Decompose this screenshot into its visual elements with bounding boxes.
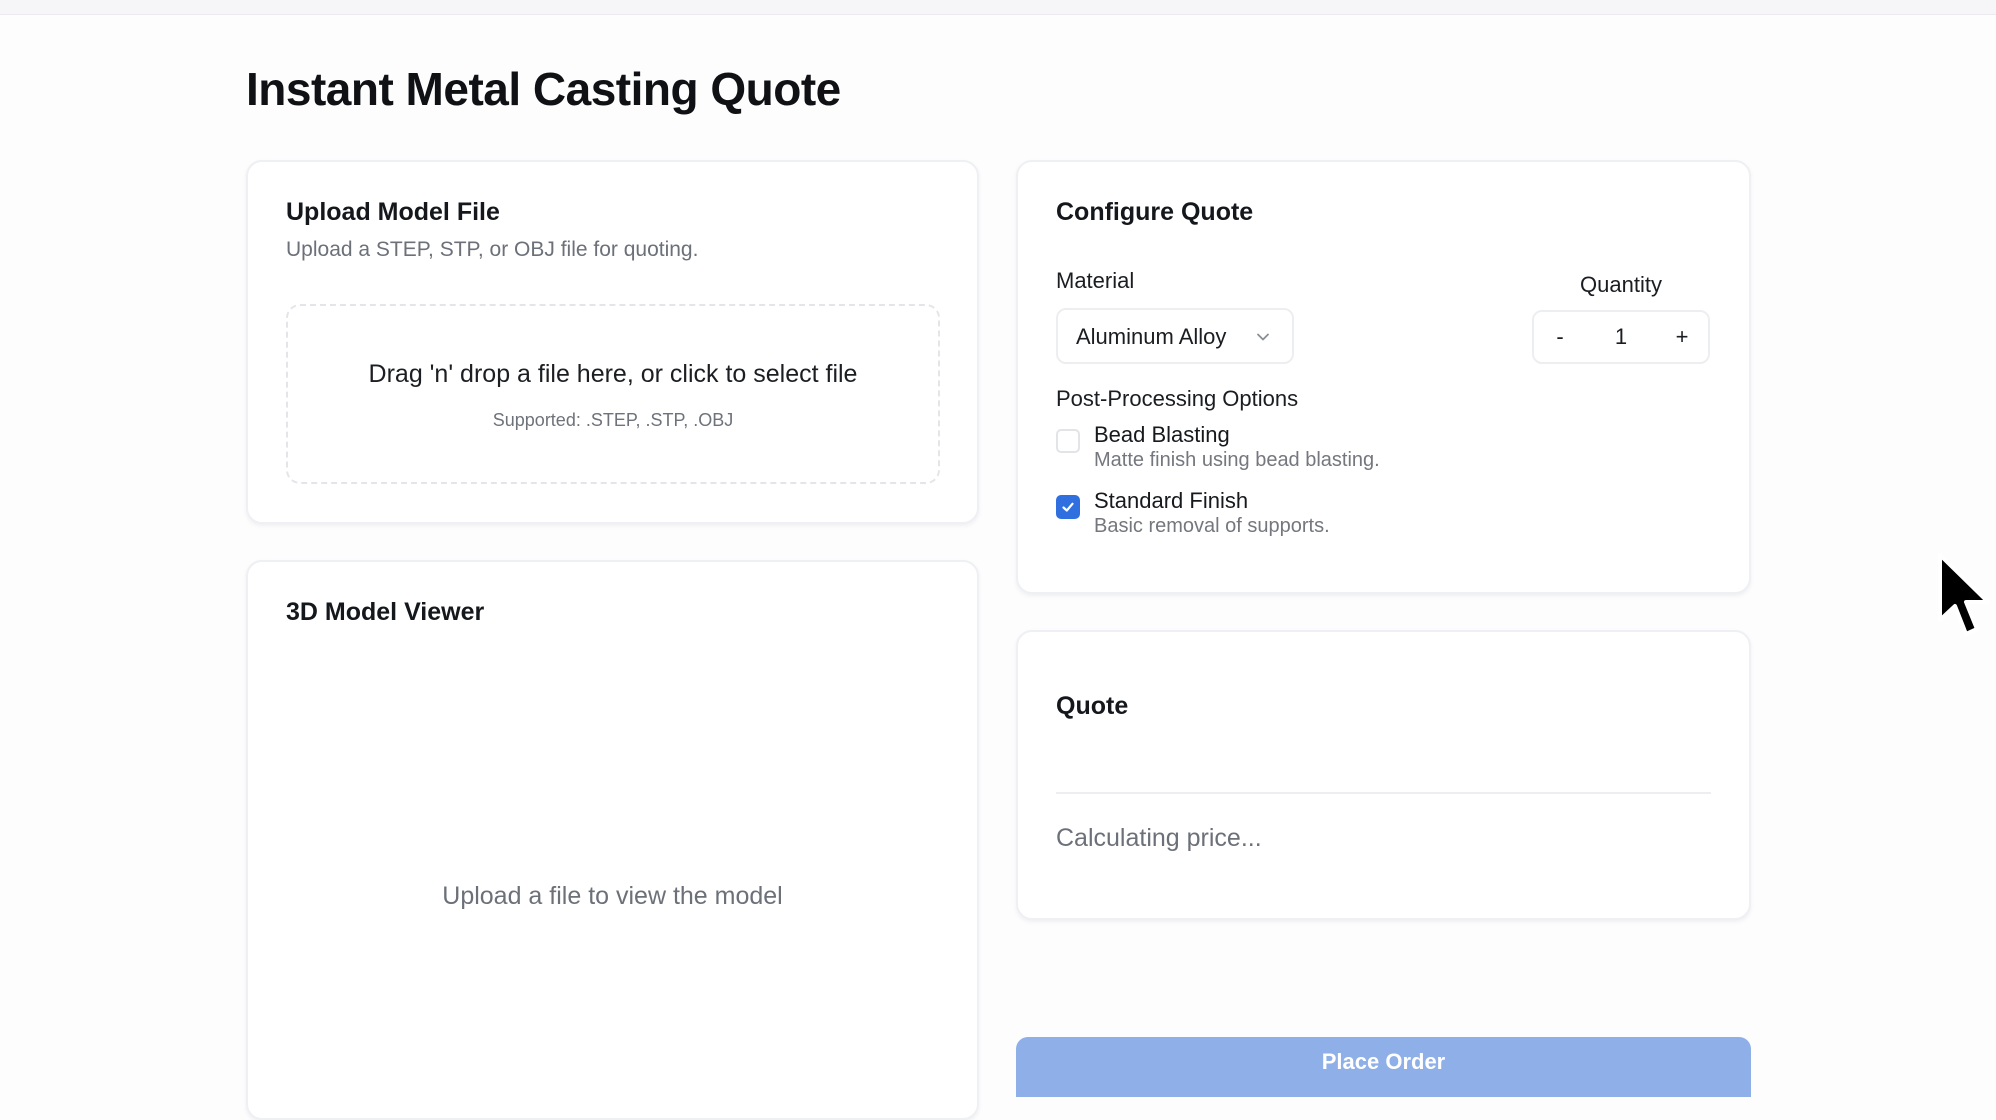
model-viewer-empty-text: Upload a file to view the model <box>442 882 783 910</box>
upload-card-subtitle: Upload a STEP, STP, or OBJ file for quot… <box>286 238 699 261</box>
chevron-down-icon <box>1257 333 1269 341</box>
bead-blasting-title: Bead Blasting <box>1094 422 1230 447</box>
quantity-label: Quantity <box>1580 272 1662 297</box>
quote-title: Quote <box>1056 692 1129 720</box>
bead-blasting-checkbox[interactable] <box>1056 429 1080 453</box>
quantity-value[interactable]: 1 <box>1586 312 1656 362</box>
quote-divider <box>1056 792 1711 794</box>
model-viewer-card: 3D Model Viewer Upload a file to view th… <box>246 560 979 1120</box>
dropzone-text: Drag 'n' drop a file here, or click to s… <box>368 360 858 388</box>
model-viewer-title: 3D Model Viewer <box>286 598 485 626</box>
option-bead-blasting[interactable]: Bead Blasting Matte finish using bead bl… <box>1056 422 1696 478</box>
place-order-button[interactable]: Place Order <box>1016 1037 1751 1097</box>
standard-finish-title: Standard Finish <box>1094 488 1249 513</box>
quote-card: Quote Calculating price... <box>1016 630 1751 920</box>
configure-quote-title: Configure Quote <box>1056 198 1254 226</box>
check-icon <box>1062 502 1074 512</box>
quantity-decrement-button[interactable]: - <box>1534 312 1586 362</box>
material-label: Material <box>1056 268 1135 293</box>
standard-finish-description: Basic removal of supports. <box>1094 515 1330 537</box>
standard-finish-checkbox[interactable] <box>1056 495 1080 519</box>
page-title: Instant Metal Casting Quote <box>246 63 841 115</box>
dropzone-hint: Supported: .STEP, .STP, .OBJ <box>492 410 734 430</box>
material-selected-value: Aluminum Alloy <box>1076 324 1227 349</box>
configure-quote-card: Configure Quote Material Aluminum Alloy … <box>1016 160 1751 594</box>
upload-card: Upload Model File Upload a STEP, STP, or… <box>246 160 979 524</box>
mouse-cursor-icon <box>1938 553 1990 636</box>
quote-status-text: Calculating price... <box>1056 824 1262 852</box>
browser-top-strip <box>0 0 1996 15</box>
material-select[interactable]: Aluminum Alloy <box>1056 308 1294 364</box>
file-dropzone[interactable]: Drag 'n' drop a file here, or click to s… <box>286 304 940 484</box>
upload-card-title: Upload Model File <box>286 198 500 226</box>
bead-blasting-description: Matte finish using bead blasting. <box>1094 449 1380 471</box>
post-processing-label: Post-Processing Options <box>1056 386 1299 411</box>
quantity-stepper: - 1 + <box>1532 310 1710 364</box>
option-standard-finish[interactable]: Standard Finish Basic removal of support… <box>1056 488 1696 544</box>
quantity-increment-button[interactable]: + <box>1656 312 1708 362</box>
